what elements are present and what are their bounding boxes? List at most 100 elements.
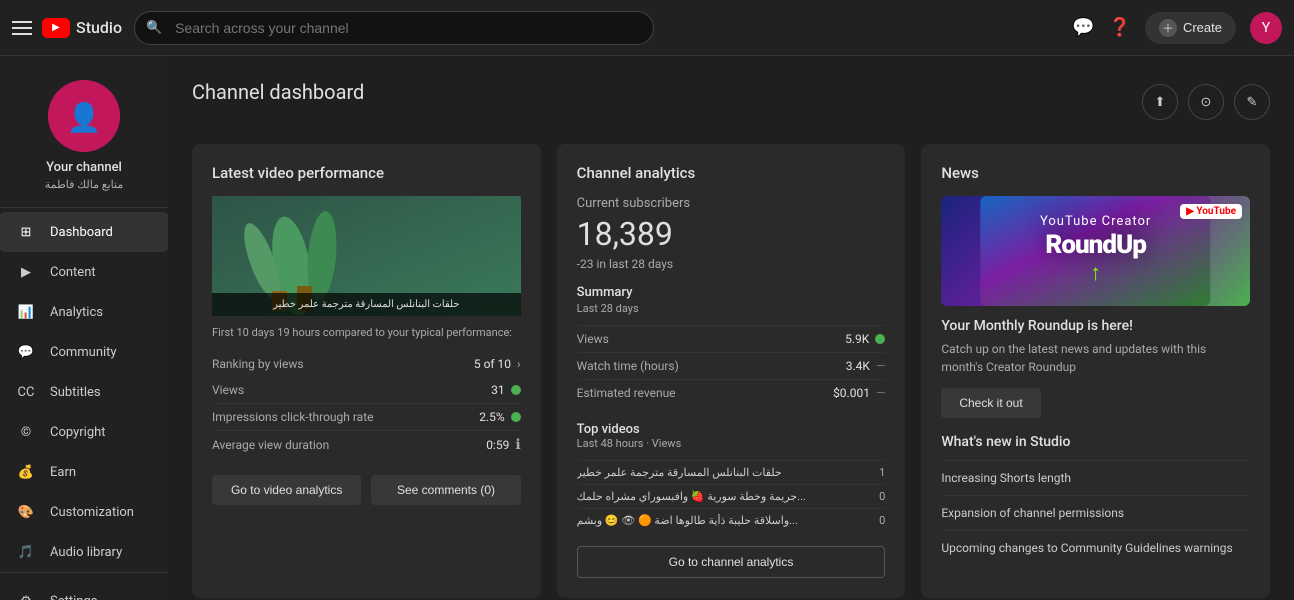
community-icon: 💬 <box>16 342 36 362</box>
sub-change: -23 in last 28 days <box>577 257 886 271</box>
whats-new-item-2[interactable]: Upcoming changes to Community Guidelines… <box>941 530 1250 565</box>
channel-name: Your channel <box>46 160 122 175</box>
channel-subtitle: متابع مالك فاطمة <box>45 178 123 191</box>
create-button[interactable]: ＋ Create <box>1145 12 1236 44</box>
watch-dash: — <box>876 359 885 373</box>
sidebar-item-dashboard[interactable]: ⊞ Dashboard <box>0 212 168 252</box>
ranking-chevron: › <box>517 357 521 371</box>
analytics-watch-time: Watch time (hours) 3.4K — <box>577 352 886 379</box>
ranking-row: Ranking by views 5 of 10 › <box>212 351 521 377</box>
video-meta: First 10 days 19 hours compared to your … <box>212 326 521 339</box>
news-image: ▶ YouTube YouTube Creator RoundUp ↑ <box>941 196 1250 306</box>
page-title: Channel dashboard <box>192 80 364 104</box>
news-yt-logo: ▶ YouTube <box>1180 204 1242 219</box>
summary-title: Summary <box>577 285 886 300</box>
duration-indicator: ℹ <box>515 437 520 453</box>
check-it-out-button[interactable]: Check it out <box>941 388 1040 418</box>
go-to-video-analytics-button[interactable]: Go to video analytics <box>212 475 361 505</box>
header-row: Channel dashboard ⬆ ⊙ ✎ <box>192 80 1270 124</box>
views-indicator <box>511 385 521 395</box>
ranking-label: Ranking by views <box>212 357 304 371</box>
nav-right: 💬 ❓ ＋ Create Y <box>1072 12 1282 44</box>
search-bar: 🔍 <box>134 11 654 45</box>
top-cards-row: Latest video performance <box>192 144 1270 598</box>
sidebar-item-customization[interactable]: 🎨 Customization <box>0 492 168 532</box>
create-plus-icon: ＋ <box>1159 19 1177 37</box>
sidebar-item-copyright[interactable]: © Copyright <box>0 412 168 452</box>
logo-text: Studio <box>76 18 122 37</box>
search-input[interactable] <box>134 11 654 45</box>
analytics-views: Views 5.9K <box>577 325 886 352</box>
video-action-btns: Go to video analytics See comments (0) <box>212 475 521 505</box>
channel-avatar: 👤 <box>48 80 120 152</box>
stat-views: Views 31 <box>212 377 521 404</box>
upload-button[interactable]: ⬆ <box>1142 84 1178 120</box>
views-dot <box>875 334 885 344</box>
logo[interactable]: Studio <box>42 18 122 38</box>
channel-analytics-card: Channel analytics Current subscribers 18… <box>557 144 906 598</box>
settings-icon: ⚙ <box>16 591 36 600</box>
news-title-header: News <box>941 164 1250 182</box>
youtube-icon <box>42 18 70 38</box>
sidebar-item-content[interactable]: ▶ Content <box>0 252 168 292</box>
top-videos-header: Top videos <box>577 422 886 437</box>
customization-icon: 🎨 <box>16 502 36 522</box>
sidebar-item-earn[interactable]: 💰 Earn <box>0 452 168 492</box>
help-icon[interactable]: ❓ <box>1109 17 1131 38</box>
channel-info: 👤 Your channel متابع مالك فاطمة <box>0 64 168 208</box>
sidebar: 👤 Your channel متابع مالك فاطمة ⊞ Dashbo… <box>0 56 168 600</box>
whats-new-item-1[interactable]: Expansion of channel permissions <box>941 495 1250 530</box>
top-video-row-2: واسلاقة حليبة ذأية طالوها اضة 🟠 👁 😊 وبشم… <box>577 508 886 532</box>
ranking-value: 5 of 10 › <box>474 357 521 371</box>
copyright-icon: © <box>16 422 36 442</box>
content-icon: ▶ <box>16 262 36 282</box>
news-image-text: YouTube Creator RoundUp ↑ <box>1040 214 1151 287</box>
sidebar-bottom: ⚙ Settings 💡 Send feedback <box>0 572 168 600</box>
sidebar-item-community[interactable]: 💬 Community <box>0 332 168 372</box>
edit-button[interactable]: ✎ <box>1234 84 1270 120</box>
user-avatar[interactable]: Y <box>1250 12 1282 44</box>
stat-ctr: Impressions click-through rate 2.5% <box>212 404 521 431</box>
video-caption: حلقات البنانلس المسارقة مترجمة علمر خطير <box>212 293 521 316</box>
header-actions: ⬆ ⊙ ✎ <box>1142 84 1270 120</box>
subscribers-count: 18,389 <box>577 215 886 253</box>
earn-icon: 💰 <box>16 462 36 482</box>
whats-new-item-0[interactable]: Increasing Shorts length <box>941 460 1250 495</box>
sidebar-item-settings[interactable]: ⚙ Settings <box>0 581 168 600</box>
sidebar-item-analytics[interactable]: 📊 Analytics <box>0 292 168 332</box>
go-live-button[interactable]: ⊙ <box>1188 84 1224 120</box>
nav-items: ⊞ Dashboard ▶ Content 📊 Analytics 💬 Comm… <box>0 212 168 572</box>
notifications-icon[interactable]: 💬 <box>1072 17 1094 38</box>
main-layout: 👤 Your channel متابع مالك فاطمة ⊞ Dashbo… <box>0 56 1294 600</box>
analytics-icon: 📊 <box>16 302 36 322</box>
hamburger-menu[interactable] <box>12 21 32 35</box>
audio-library-icon: 🎵 <box>16 542 36 562</box>
top-video-row-1: جريمة وخطة سورية 🍓 وافبسوراي مشراه حلمك.… <box>577 484 886 508</box>
search-icon: 🔍 <box>146 20 162 35</box>
analytics-revenue: Estimated revenue $0.001 — <box>577 379 886 406</box>
top-videos-section: Top videos Last 48 hours · Views حلقات ا… <box>577 422 886 532</box>
ctr-indicator <box>511 412 521 422</box>
sidebar-item-subtitles[interactable]: CC Subtitles <box>0 372 168 412</box>
video-stats-table: Views 31 Impressions click-through rate … <box>212 377 521 459</box>
whats-new-title: What's new in Studio <box>941 434 1250 450</box>
latest-video-title: Latest video performance <box>212 164 521 182</box>
top-video-row-0: حلقات البنانلس المسارقة مترجمة علمر خطير… <box>577 460 886 484</box>
channel-analytics-title: Channel analytics <box>577 164 886 182</box>
content-area: Channel dashboard ⬆ ⊙ ✎ Latest video per… <box>168 56 1294 600</box>
latest-video-card: Latest video performance <box>192 144 541 598</box>
subscribers-label: Current subscribers <box>577 196 886 211</box>
news-card: News ▶ YouTube Y <box>921 144 1270 598</box>
dashboard-icon: ⊞ <box>16 222 36 242</box>
svg-text:👤: 👤 <box>67 101 102 134</box>
see-comments-button[interactable]: See comments (0) <box>371 475 520 505</box>
summary-period: Last 28 days <box>577 302 886 315</box>
top-navigation: Studio 🔍 💬 ❓ ＋ Create Y <box>0 0 1294 56</box>
news-headline: Your Monthly Roundup is here! <box>941 318 1250 334</box>
sidebar-item-audio-library[interactable]: 🎵 Audio library <box>0 532 168 572</box>
go-to-channel-analytics-button[interactable]: Go to channel analytics <box>577 546 886 578</box>
revenue-dash: — <box>876 386 885 400</box>
stat-avg-duration: Average view duration 0:59 ℹ <box>212 431 521 459</box>
subtitles-icon: CC <box>16 382 36 402</box>
video-thumbnail[interactable]: حلقات البنانلس المسارقة مترجمة علمر خطير <box>212 196 521 316</box>
